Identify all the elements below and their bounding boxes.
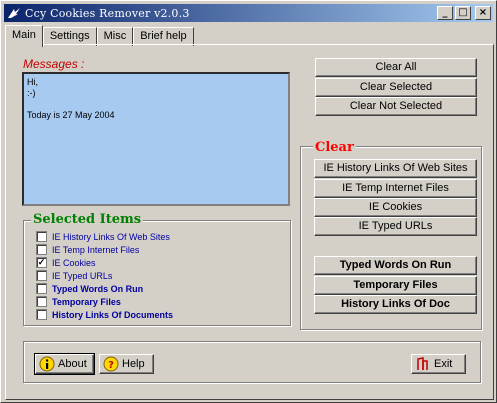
checkbox-box[interactable] <box>36 270 47 281</box>
clear-ie-cookies-button[interactable]: IE Cookies <box>314 198 477 217</box>
title-bar[interactable]: Ccy Cookies Remover v2.0.3 _ □ × <box>4 4 493 22</box>
window-title: Ccy Cookies Remover v2.0.3 <box>25 6 190 20</box>
exit-label: Exit <box>434 358 453 370</box>
help-button[interactable]: ? Help <box>99 354 154 374</box>
clear-not-selected-button[interactable]: Clear Not Selected <box>315 97 477 116</box>
checkbox-label: IE History Links Of Web Sites <box>52 231 170 242</box>
checkbox-ie-typed-urls[interactable]: IE Typed URLs <box>36 269 112 282</box>
checkbox-box[interactable] <box>36 244 47 255</box>
checkbox-ie-temp-files[interactable]: IE Temp Internet Files <box>36 243 139 256</box>
message-line: :-) <box>27 88 36 98</box>
tab-bar: Main Settings Misc Brief help <box>5 25 194 47</box>
checkbox-label: IE Temp Internet Files <box>52 244 140 255</box>
checkbox-history-links-documents[interactable]: History Links Of Documents <box>36 308 173 321</box>
checkbox-box[interactable] <box>36 309 47 320</box>
clear-group-title: Clear <box>313 140 356 155</box>
clear-ie-history-button[interactable]: IE History Links Of Web Sites <box>314 159 477 178</box>
clear-selected-button[interactable]: Clear Selected <box>315 78 477 97</box>
minimize-button[interactable]: _ <box>437 6 453 20</box>
message-line: Today is 27 May 2004 <box>27 110 115 120</box>
check-mark-icon[interactable]: ✓ <box>36 257 47 268</box>
checkbox-box[interactable] <box>36 283 47 294</box>
checkbox-ie-history[interactable]: IE History Links Of Web Sites <box>36 230 170 243</box>
clear-all-button[interactable]: Clear All <box>315 58 477 77</box>
about-label: About <box>58 358 87 370</box>
clear-ie-temp-files-button[interactable]: IE Temp Internet Files <box>314 179 477 198</box>
checkbox-label: IE Typed URLs <box>52 270 113 281</box>
message-line: Hi, <box>27 77 38 87</box>
checkbox-ie-cookies[interactable]: ✓ IE Cookies <box>36 256 96 269</box>
checkbox-box[interactable] <box>36 231 47 242</box>
checkbox-label: IE Cookies <box>52 257 96 268</box>
tab-main[interactable]: Main <box>5 25 43 47</box>
clear-history-links-doc-button[interactable]: History Links Of Doc <box>314 295 477 314</box>
checkbox-label: Temporary Files <box>52 296 121 307</box>
app-window: Ccy Cookies Remover v2.0.3 _ □ × Main Se… <box>0 0 497 403</box>
exit-door-icon <box>415 356 431 372</box>
svg-text:?: ? <box>108 360 114 371</box>
info-icon <box>39 356 55 372</box>
question-icon: ? <box>103 356 119 372</box>
checkbox-label: Typed Words On Run <box>52 283 144 294</box>
message-line <box>27 99 285 110</box>
messages-box[interactable]: Hi, :-) Today is 27 May 2004 <box>22 72 290 206</box>
checkbox-temporary-files[interactable]: Temporary Files <box>36 295 121 308</box>
exit-button[interactable]: Exit <box>411 354 466 374</box>
messages-label: Messages : <box>23 57 85 71</box>
help-label: Help <box>122 358 145 370</box>
clear-temporary-files-button[interactable]: Temporary Files <box>314 276 477 295</box>
app-icon[interactable] <box>6 6 22 20</box>
clear-typed-words-button[interactable]: Typed Words On Run <box>314 256 477 275</box>
about-button[interactable]: About <box>34 353 95 375</box>
maximize-button[interactable]: □ <box>455 6 471 20</box>
checkbox-label: History Links Of Documents <box>52 309 174 320</box>
checkbox-box[interactable] <box>36 296 47 307</box>
selected-items-title: Selected Items <box>31 212 144 227</box>
close-button[interactable]: × <box>475 6 491 20</box>
checkbox-typed-words[interactable]: Typed Words On Run <box>36 282 143 295</box>
clear-ie-typed-urls-button[interactable]: IE Typed URLs <box>314 217 477 236</box>
